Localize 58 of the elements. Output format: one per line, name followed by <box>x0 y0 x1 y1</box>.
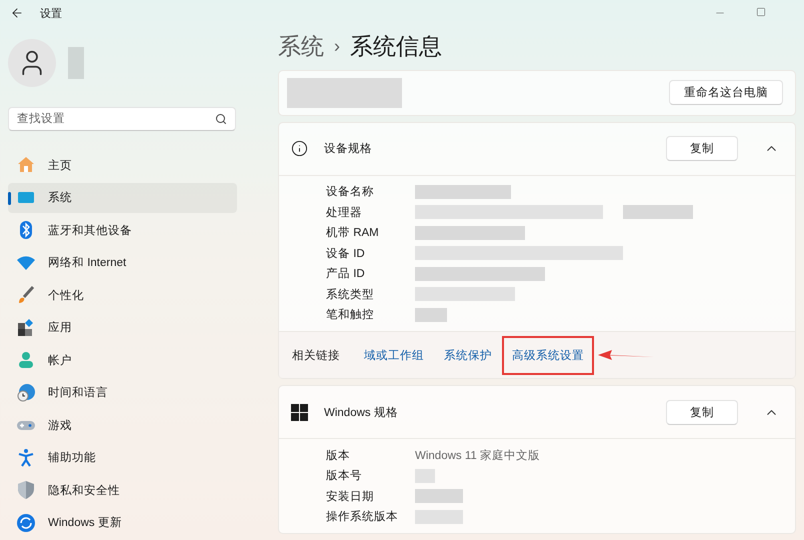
spec-label: 机带 RAM <box>326 226 380 240</box>
nav-item[interactable]: 主页 <box>8 150 237 180</box>
copy-button[interactable]: 复制 <box>666 136 738 161</box>
spec-label: 笔和触控 <box>326 308 375 322</box>
rename-button[interactable]: 重命名这台电脑 <box>669 80 783 106</box>
back-icon[interactable] <box>10 6 24 20</box>
related-link[interactable]: 域或工作组 <box>354 336 434 374</box>
apps-icon <box>16 318 36 338</box>
spec-label: 版本 <box>326 448 351 463</box>
redacted-block <box>415 489 463 504</box>
spec-label: 版本号 <box>326 468 363 484</box>
search-icon <box>215 113 227 125</box>
spec-label: 产品 ID <box>326 266 366 282</box>
redacted-block <box>415 510 463 524</box>
nav-item[interactable]: 蓝牙和其他设备 <box>8 215 237 245</box>
search-field[interactable]: 查找设置 <box>8 107 236 131</box>
redacted-block <box>68 47 84 79</box>
related-link[interactable]: 系统保护 <box>434 336 502 374</box>
redacted-block <box>623 205 693 220</box>
page-title: 系统信息 <box>350 32 442 61</box>
nav-item[interactable]: 应用 <box>8 312 237 342</box>
nav-item[interactable]: 时间和语言 <box>8 378 237 408</box>
nav-item[interactable]: 网络和 Internet <box>8 248 237 278</box>
clock-globe-icon <box>16 382 36 402</box>
avatar <box>8 39 56 87</box>
paintbrush-icon <box>16 285 36 305</box>
info-icon <box>291 140 308 157</box>
spec-label: 系统类型 <box>326 287 375 302</box>
spec-label: 设备 ID <box>326 246 366 261</box>
accessibility-icon <box>16 448 36 468</box>
nav-item[interactable]: 游戏 <box>8 410 237 440</box>
house-icon <box>16 155 36 175</box>
nav-item[interactable]: 辅助功能 <box>8 442 237 472</box>
spec-label: 操作系统版本 <box>326 509 399 524</box>
spec-label: 处理器 <box>326 206 363 220</box>
nav-item[interactable]: 隐私和安全性 <box>8 475 237 505</box>
spec-label: 安装日期 <box>326 490 375 504</box>
spec-label: 设备名称 <box>326 184 375 200</box>
maximize-icon[interactable] <box>756 7 766 17</box>
breadcrumb-separator: › <box>334 36 340 57</box>
nav-item[interactable]: Windows 更新 <box>8 508 237 538</box>
windows-logo-icon <box>291 404 308 420</box>
redacted-block <box>415 308 447 322</box>
nav-item[interactable]: 个性化 <box>8 280 237 310</box>
nav-item[interactable]: 帐户 <box>8 345 237 375</box>
refresh-icon <box>16 512 36 532</box>
breadcrumb-parent[interactable]: 系统 <box>278 30 324 62</box>
shield-icon <box>16 480 36 500</box>
nav-item[interactable]: 系统 <box>8 182 237 212</box>
copy-button[interactable]: 复制 <box>666 400 738 424</box>
window-title: 设置 <box>40 6 62 20</box>
spec-value: Windows 11 家庭中文版 <box>415 448 540 463</box>
redacted-block <box>415 468 435 483</box>
related-links-label: 相关链接 <box>292 348 340 362</box>
related-link[interactable]: 高级系统设置 <box>502 336 594 374</box>
section-title: Windows 规格 <box>324 406 399 420</box>
section-title: 设备规格 <box>324 142 373 156</box>
person-icon <box>16 350 36 370</box>
